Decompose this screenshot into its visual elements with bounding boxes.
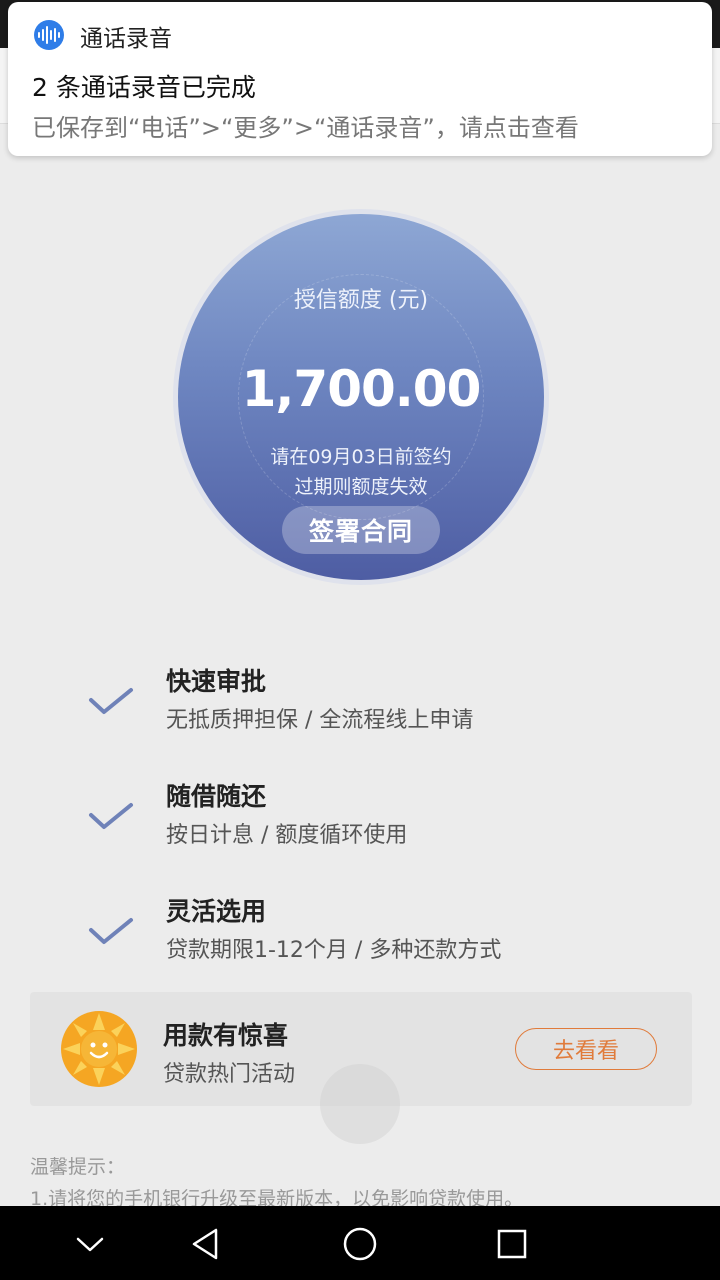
feature-item-fast-approval: 快速审批 无抵质押担保 / 全流程线上申请 bbox=[0, 662, 720, 762]
credit-circle: 授信额度 (元) 1,700.00 请在09月03日前签约 过期则额度失效 签署… bbox=[178, 214, 544, 580]
recents-square-icon[interactable] bbox=[492, 1224, 532, 1264]
tips-title: 温馨提示： bbox=[30, 1156, 126, 1178]
feature-desc: 按日计息 / 额度循环使用 bbox=[166, 823, 408, 848]
call-recording-notification[interactable]: 通话录音 2 条通话录音已完成 已保存到“电话”>“更多”>“通话录音”，请点击… bbox=[8, 2, 712, 156]
sign-contract-button[interactable]: 签署合同 bbox=[282, 506, 440, 554]
feature-title: 随借随还 bbox=[166, 782, 267, 811]
notification-text: 已保存到“电话”>“更多”>“通话录音”，请点击查看 bbox=[32, 114, 579, 142]
expiry-note: 过期则额度失效 bbox=[294, 476, 428, 498]
notification-app-name: 通话录音 bbox=[80, 26, 172, 52]
feature-title: 灵活选用 bbox=[166, 897, 267, 926]
promo-title: 用款有惊喜 bbox=[163, 1021, 289, 1050]
notification-title: 2 条通话录音已完成 bbox=[32, 73, 256, 102]
chevron-down-icon[interactable] bbox=[70, 1224, 110, 1264]
check-icon bbox=[89, 803, 133, 829]
credit-label: 授信额度 (元) bbox=[293, 288, 429, 313]
check-icon bbox=[89, 918, 133, 944]
go-see-button[interactable]: 去看看 bbox=[515, 1028, 657, 1070]
sign-deadline-note: 请在09月03日前签约 bbox=[270, 446, 452, 468]
loan-page: 通话录音 2 条通话录音已完成 已保存到“电话”>“更多”>“通话录音”，请点击… bbox=[0, 0, 720, 1280]
sun-mascot-icon bbox=[61, 1011, 137, 1087]
feature-desc: 无抵质押担保 / 全流程线上申请 bbox=[166, 708, 474, 733]
home-circle-icon[interactable] bbox=[340, 1224, 380, 1264]
feature-title: 快速审批 bbox=[166, 667, 267, 696]
check-icon bbox=[89, 688, 133, 714]
voice-wave-icon bbox=[34, 20, 64, 50]
floating-assist-button[interactable] bbox=[320, 1064, 400, 1144]
feature-desc: 贷款期限1-12个月 / 多种还款方式 bbox=[166, 938, 502, 963]
promo-subtitle: 贷款热门活动 bbox=[163, 1062, 296, 1087]
credit-amount: 1,700.00 bbox=[241, 360, 482, 418]
feature-item-flexible-repay: 随借随还 按日计息 / 额度循环使用 bbox=[0, 777, 720, 877]
system-nav-bar bbox=[0, 1206, 720, 1280]
feature-item-flexible-use: 灵活选用 贷款期限1-12个月 / 多种还款方式 bbox=[0, 892, 720, 992]
back-triangle-icon[interactable] bbox=[186, 1224, 226, 1264]
